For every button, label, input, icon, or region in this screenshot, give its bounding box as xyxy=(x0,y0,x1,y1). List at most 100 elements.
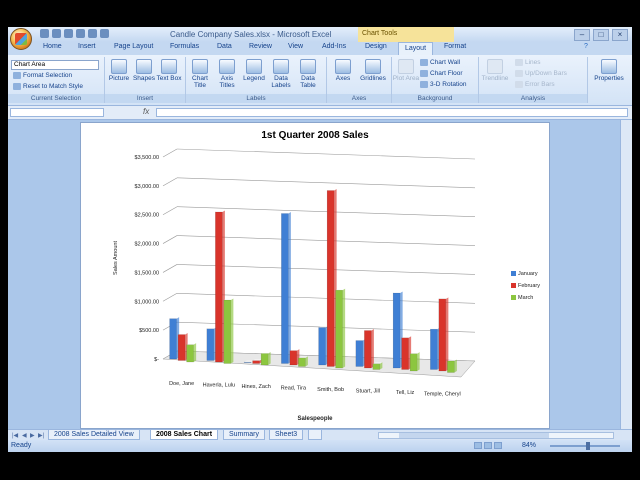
legend-icon xyxy=(246,59,262,74)
group-label: Axes xyxy=(327,94,391,103)
error-bars-icon xyxy=(515,81,523,88)
zoom-level[interactable]: 84% xyxy=(522,442,536,449)
tab-data[interactable]: Data xyxy=(217,43,232,50)
tab-formulas[interactable]: Formulas xyxy=(170,43,199,50)
x-tick-label: Doe, Jane xyxy=(169,381,194,387)
zoom-slider[interactable] xyxy=(550,445,620,447)
legend-label: March xyxy=(518,295,533,301)
sheet-tab-sales-chart[interactable]: 2008 Sales Chart xyxy=(150,430,219,440)
bar xyxy=(318,327,326,366)
insert-function-icon[interactable]: fx xyxy=(143,107,149,116)
tab-view[interactable]: View xyxy=(288,43,303,50)
last-sheet-nav-icon[interactable]: ▶| xyxy=(38,432,44,439)
next-sheet-nav-icon[interactable]: ▶ xyxy=(30,432,35,439)
plot-area-button[interactable]: Plot Area xyxy=(392,59,420,82)
insert-sheet-icon[interactable] xyxy=(308,430,322,440)
chart-area[interactable]: 1st Quarter 2008 Sales $3,500.00 $3,000.00… xyxy=(80,122,550,429)
first-sheet-nav-icon[interactable]: |◀ xyxy=(12,432,18,439)
picture-button[interactable]: Picture xyxy=(105,59,133,82)
chart-wall-button[interactable]: Chart Wall xyxy=(420,59,460,66)
tab-layout[interactable]: Layout xyxy=(398,42,434,55)
data-labels-button[interactable]: Data Labels xyxy=(267,59,295,89)
customize-qat-icon[interactable] xyxy=(100,29,109,38)
restore-button[interactable]: □ xyxy=(593,29,609,41)
tab-page-layout[interactable]: Page Layout xyxy=(114,43,153,50)
sheet-tab-summary[interactable]: Summary xyxy=(223,430,265,440)
text-box-button[interactable]: Text Box xyxy=(155,59,183,82)
office-button[interactable] xyxy=(10,28,32,50)
tab-review[interactable]: Review xyxy=(249,43,272,50)
bar-side xyxy=(454,359,457,373)
prev-sheet-nav-icon[interactable]: ◀ xyxy=(22,432,27,439)
print-icon[interactable] xyxy=(76,29,85,38)
reset-style-button[interactable]: Reset to Match Style xyxy=(13,83,83,90)
bar-side xyxy=(371,328,374,368)
sheet-tab-detailed-view[interactable]: 2008 Sales Detailed View xyxy=(48,430,140,440)
y-tick-label: $3,000.00 xyxy=(135,184,159,190)
page-break-view-icon[interactable] xyxy=(494,442,502,449)
bar xyxy=(186,344,194,363)
bar xyxy=(447,360,455,373)
chart-floor-icon xyxy=(420,70,428,77)
bar xyxy=(335,289,343,369)
chart-title-button[interactable]: Chart Title xyxy=(186,59,214,89)
gridline-depth xyxy=(162,206,178,215)
save-icon[interactable] xyxy=(40,29,49,38)
x-tick-label: Stuart, Jill xyxy=(356,389,380,395)
gridlines-icon xyxy=(365,59,381,74)
undo-icon[interactable] xyxy=(52,29,61,38)
name-box[interactable] xyxy=(10,108,104,117)
page-layout-view-icon[interactable] xyxy=(484,442,492,449)
group-label: Labels xyxy=(186,94,326,103)
title-bar: Candle Company Sales.xlsx - Microsoft Ex… xyxy=(8,27,632,50)
bar xyxy=(438,298,447,372)
tab-home[interactable]: Home xyxy=(43,43,62,50)
lines-button[interactable]: Lines xyxy=(515,59,541,66)
plot-area-icon xyxy=(398,59,414,74)
tab-design[interactable]: Design xyxy=(365,43,387,50)
chart-element-dropdown[interactable]: Chart Area xyxy=(11,60,99,70)
3d-rotation-button[interactable]: 3-D Rotation xyxy=(420,81,467,88)
status-bar: Ready 84% xyxy=(8,440,632,452)
shapes-icon xyxy=(136,59,152,74)
lines-icon xyxy=(515,59,523,66)
legend-button[interactable]: Legend xyxy=(240,59,268,82)
redo-icon[interactable] xyxy=(64,29,73,38)
axis-titles-button[interactable]: Axis Titles xyxy=(213,59,241,89)
chart-floor-button[interactable]: Chart Floor xyxy=(420,70,463,77)
tab-add-ins[interactable]: Add-Ins xyxy=(322,43,346,50)
horizontal-scrollbar[interactable] xyxy=(378,432,614,439)
formula-input[interactable] xyxy=(156,108,628,117)
normal-view-icon[interactable] xyxy=(474,442,482,449)
help-icon[interactable]: ? xyxy=(584,43,588,50)
gridlines-button[interactable]: Gridlines xyxy=(359,59,387,82)
up-down-bars-button[interactable]: Up/Down Bars xyxy=(515,70,567,77)
vertical-scrollbar[interactable] xyxy=(620,120,632,429)
3d-rotation-icon xyxy=(420,81,428,88)
gridline-depth xyxy=(162,264,178,273)
minimize-button[interactable]: – xyxy=(574,29,590,41)
tab-format[interactable]: Format xyxy=(444,43,466,50)
group-label: Background xyxy=(392,94,478,103)
preview-icon[interactable] xyxy=(88,29,97,38)
bar xyxy=(326,190,335,367)
sheet-tab-sheet3[interactable]: Sheet3 xyxy=(269,430,304,440)
axes-button[interactable]: Axes xyxy=(329,59,357,82)
legend-label: January xyxy=(518,271,538,277)
bar xyxy=(289,350,298,366)
chart-tools-header: Chart Tools xyxy=(358,27,454,42)
zoom-slider-thumb[interactable] xyxy=(586,442,590,450)
legend-swatch xyxy=(511,283,516,288)
close-button[interactable]: × xyxy=(612,29,628,41)
group-label: Insert xyxy=(105,94,185,103)
trendline-button[interactable]: Trendline xyxy=(481,59,509,82)
shapes-button[interactable]: Shapes xyxy=(130,59,158,82)
properties-button[interactable]: Properties xyxy=(594,59,624,82)
bar xyxy=(355,340,364,367)
error-bars-button[interactable]: Error Bars xyxy=(515,81,555,88)
tab-insert[interactable]: Insert xyxy=(78,43,96,50)
format-selection-button[interactable]: Format Selection xyxy=(13,72,72,79)
data-table-button[interactable]: Data Table xyxy=(294,59,322,89)
group-analysis: Trendline Lines Up/Down Bars Error Bars … xyxy=(479,57,588,103)
scroll-thumb[interactable] xyxy=(399,433,549,438)
